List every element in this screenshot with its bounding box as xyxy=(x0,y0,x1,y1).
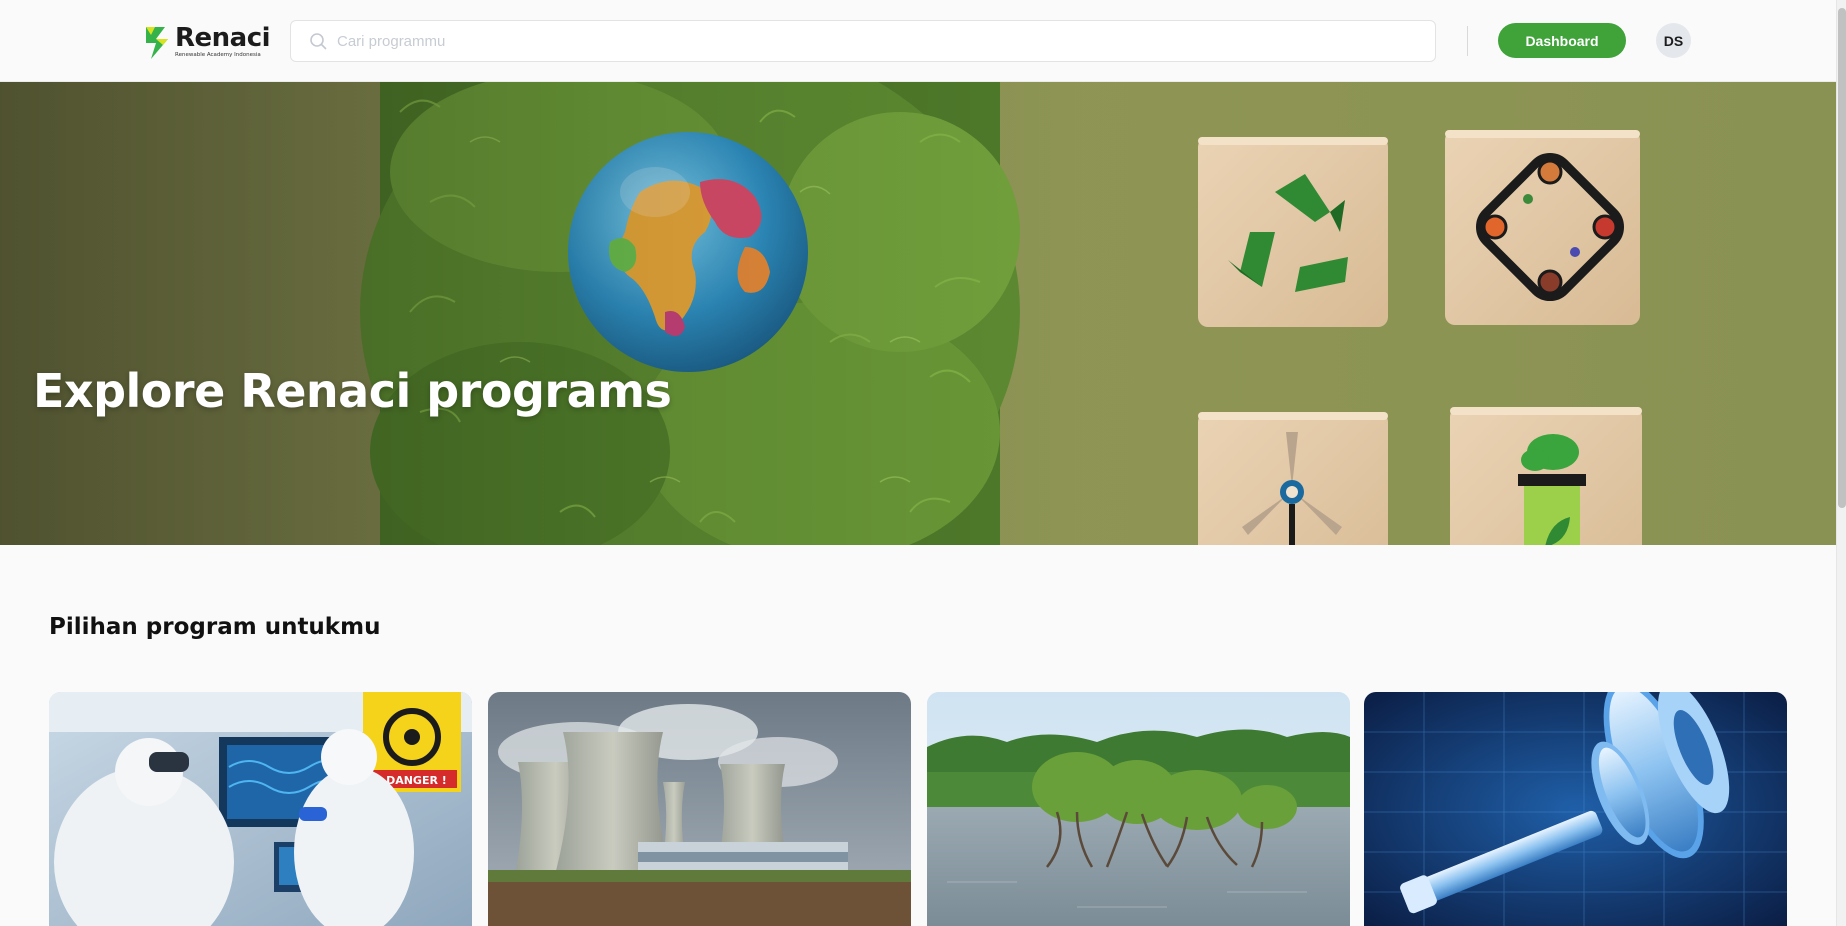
renaci-logo[interactable]: Renaci Renewable Academy Indonesia xyxy=(143,22,271,62)
card-image-gear-shaft xyxy=(1364,692,1787,926)
logo-subtitle: Renewable Academy Indonesia xyxy=(175,52,261,59)
dashboard-button[interactable]: Dashboard xyxy=(1498,23,1626,58)
renaci-logo-icon xyxy=(146,27,168,59)
page-scrollbar[interactable] xyxy=(1836,0,1846,926)
header-divider xyxy=(1467,26,1468,56)
search-bar[interactable] xyxy=(290,20,1436,62)
program-card[interactable] xyxy=(488,692,911,926)
scrollbar-thumb[interactable] xyxy=(1838,8,1846,508)
hero-banner: Explore Renaci programs xyxy=(0,82,1836,545)
program-card[interactable] xyxy=(1364,692,1787,926)
program-card[interactable]: ! DANGER ! xyxy=(49,692,472,926)
card-image-power-plant xyxy=(488,692,911,926)
hero-title: Explore Renaci programs xyxy=(33,364,672,418)
card-image-mangroves xyxy=(927,692,1350,926)
card-image-lab: ! DANGER ! xyxy=(49,692,472,926)
logo-text: Renaci Renewable Academy Indonesia xyxy=(175,23,271,59)
program-card[interactable] xyxy=(927,692,1350,926)
section-title: Pilihan program untukmu xyxy=(49,614,381,640)
search-input[interactable] xyxy=(337,32,1417,50)
logo-title: Renaci xyxy=(175,23,271,54)
top-navbar: Renaci Renewable Academy Indonesia Dashb… xyxy=(0,0,1836,82)
hero-image xyxy=(0,82,1836,545)
user-avatar[interactable]: DS xyxy=(1656,23,1691,58)
search-icon xyxy=(310,33,327,50)
